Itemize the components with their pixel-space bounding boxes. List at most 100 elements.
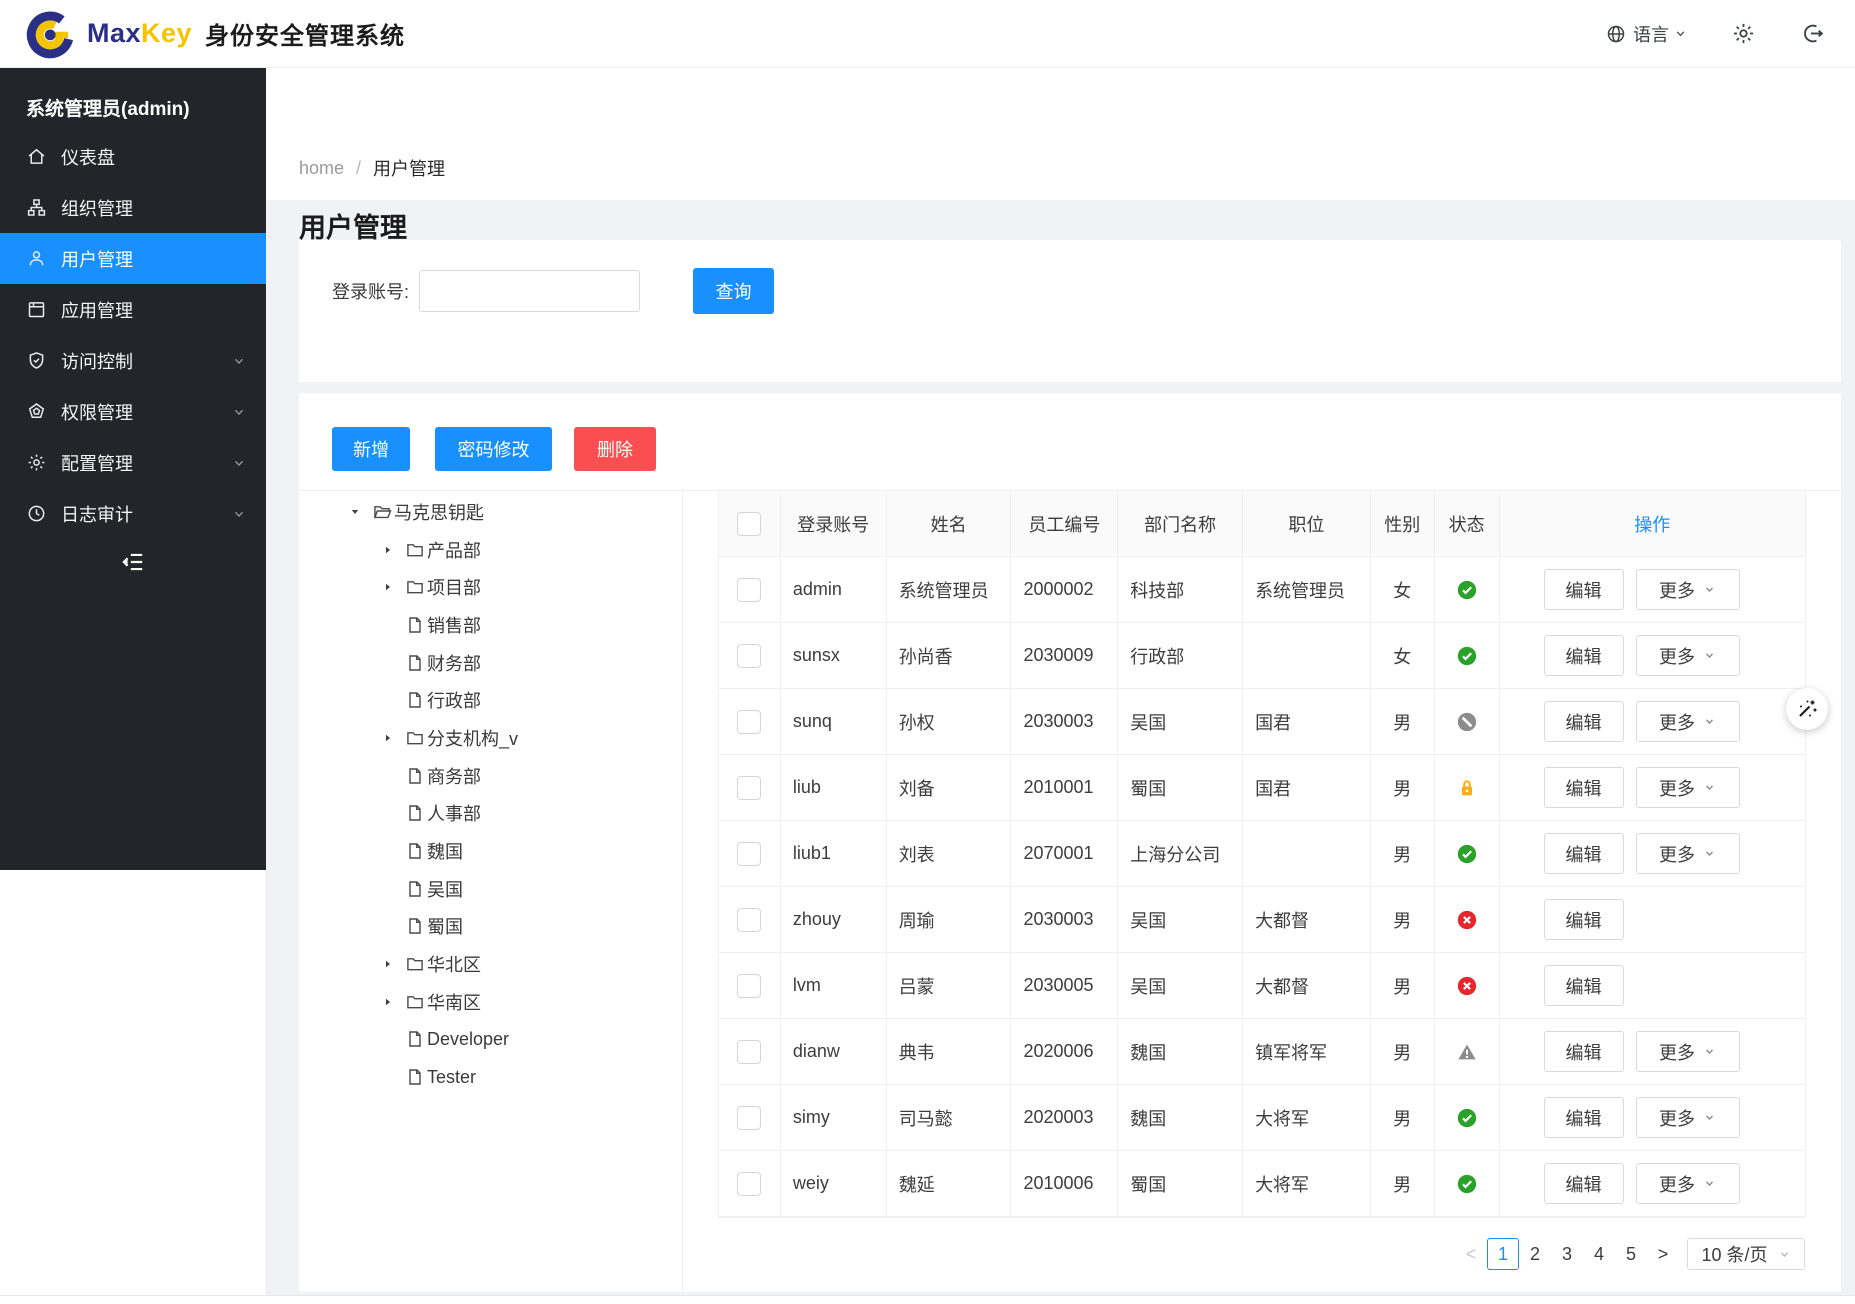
more-button[interactable]: 更多 xyxy=(1636,701,1740,742)
row-checkbox[interactable] xyxy=(737,842,761,866)
settings-gear-icon[interactable] xyxy=(1731,21,1756,46)
edit-button[interactable]: 编辑 xyxy=(1544,1031,1624,1072)
status-cell xyxy=(1435,689,1500,755)
page-size-select[interactable]: 10 条/页 xyxy=(1687,1238,1805,1270)
caret-right-icon[interactable] xyxy=(381,731,395,745)
edit-button[interactable]: 编辑 xyxy=(1544,767,1624,808)
gender-cell: 男 xyxy=(1371,887,1435,953)
sidebar-collapse-icon[interactable] xyxy=(120,549,146,575)
more-button[interactable]: 更多 xyxy=(1636,635,1740,676)
edit-button[interactable]: 编辑 xyxy=(1544,833,1624,874)
tree-item-7[interactable]: 商务部 xyxy=(299,757,682,795)
logout-icon[interactable] xyxy=(1800,21,1825,46)
row-checkbox[interactable] xyxy=(737,1040,761,1064)
tree-item-label: 行政部 xyxy=(427,687,481,713)
tree-item-10[interactable]: 吴国 xyxy=(299,870,682,908)
magic-wand-floating-button[interactable] xyxy=(1786,688,1828,730)
caret-down-icon[interactable] xyxy=(348,505,362,519)
row-checkbox[interactable] xyxy=(737,644,761,668)
tree-item-6[interactable]: 分支机构_v xyxy=(299,719,682,757)
tree-item-1[interactable]: 产品部 xyxy=(299,531,682,569)
row-checkbox[interactable] xyxy=(737,908,761,932)
file-icon xyxy=(405,1067,425,1087)
tree-item-14[interactable]: Developer xyxy=(299,1021,682,1059)
query-button[interactable]: 查询 xyxy=(693,268,774,314)
login-account-input[interactable] xyxy=(419,270,640,312)
search-card: 登录账号: 查询 xyxy=(299,240,1841,382)
sidebar-item-access-control[interactable]: 访问控制 xyxy=(0,335,266,386)
tree-item-8[interactable]: 人事部 xyxy=(299,795,682,833)
row-checkbox[interactable] xyxy=(737,578,761,602)
caret-right-icon[interactable] xyxy=(381,995,395,1009)
more-button[interactable]: 更多 xyxy=(1636,1163,1740,1204)
row-checkbox[interactable] xyxy=(737,1106,761,1130)
cell: 大都督 xyxy=(1243,887,1371,953)
table-row-liub: liub刘备2010001蜀国国君男编辑更多 xyxy=(719,755,1805,821)
sidebar-item-configuration[interactable]: 配置管理 xyxy=(0,437,266,488)
pagination-page-4[interactable]: 4 xyxy=(1583,1238,1615,1270)
column-header-0: 登录账号 xyxy=(781,491,887,557)
add-button[interactable]: 新增 xyxy=(332,427,410,471)
sidebar-lower-area xyxy=(0,870,267,1303)
chevron-down-icon xyxy=(1703,1045,1716,1058)
sidebar-item-organizations[interactable]: 组织管理 xyxy=(0,182,266,233)
tree-item-2[interactable]: 项目部 xyxy=(299,568,682,606)
edit-button[interactable]: 编辑 xyxy=(1544,635,1624,676)
pagination-page-5[interactable]: 5 xyxy=(1615,1238,1647,1270)
tree-item-15[interactable]: Tester xyxy=(299,1058,682,1096)
tree-item-13[interactable]: 华南区 xyxy=(299,983,682,1021)
tree-item-label: 销售部 xyxy=(427,612,481,638)
sidebar-item-users[interactable]: 用户管理 xyxy=(0,233,266,284)
select-all-checkbox[interactable] xyxy=(737,512,761,536)
row-checkbox[interactable] xyxy=(737,710,761,734)
more-button[interactable]: 更多 xyxy=(1636,833,1740,874)
caret-right-icon[interactable] xyxy=(381,957,395,971)
more-button[interactable]: 更多 xyxy=(1636,1097,1740,1138)
edit-button[interactable]: 编辑 xyxy=(1544,1163,1624,1204)
sidebar-menu: 仪表盘组织管理用户管理应用管理访问控制权限管理配置管理日志审计 xyxy=(0,131,266,539)
sidebar-item-audit-log[interactable]: 日志审计 xyxy=(0,488,266,539)
row-checkbox[interactable] xyxy=(737,974,761,998)
tree-item-12[interactable]: 华北区 xyxy=(299,945,682,983)
cell xyxy=(1243,623,1371,689)
tree-item-9[interactable]: 魏国 xyxy=(299,832,682,870)
tree-item-3[interactable]: 销售部 xyxy=(299,606,682,644)
modify-password-button[interactable]: 密码修改 xyxy=(435,427,552,471)
edit-button[interactable]: 编辑 xyxy=(1544,965,1624,1006)
cell: 吴国 xyxy=(1118,689,1243,755)
breadcrumb-home[interactable]: home xyxy=(299,158,344,179)
sidebar-item-permissions[interactable]: 权限管理 xyxy=(0,386,266,437)
sidebar-item-dashboard[interactable]: 仪表盘 xyxy=(0,131,266,182)
tree-item-5[interactable]: 行政部 xyxy=(299,681,682,719)
row-checkbox[interactable] xyxy=(737,1172,761,1196)
caret-right-icon[interactable] xyxy=(381,543,395,557)
row-checkbox[interactable] xyxy=(737,776,761,800)
tree-item-0[interactable]: 马克思钥匙 xyxy=(299,493,682,531)
pagination-page-1[interactable]: 1 xyxy=(1487,1238,1519,1270)
tree-item-4[interactable]: 财务部 xyxy=(299,644,682,682)
more-button[interactable]: 更多 xyxy=(1636,1031,1740,1072)
more-button[interactable]: 更多 xyxy=(1636,569,1740,610)
pagination-next[interactable]: > xyxy=(1647,1238,1679,1270)
edit-button[interactable]: 编辑 xyxy=(1544,701,1624,742)
cell: 2030003 xyxy=(1011,689,1118,755)
edit-button[interactable]: 编辑 xyxy=(1544,899,1624,940)
edit-button[interactable]: 编辑 xyxy=(1544,1097,1624,1138)
more-button[interactable]: 更多 xyxy=(1636,767,1740,808)
caret-right-icon[interactable] xyxy=(381,580,395,594)
pagination-prev[interactable]: < xyxy=(1455,1238,1487,1270)
tree-item-label: 产品部 xyxy=(427,537,481,563)
cell: 2030009 xyxy=(1011,623,1118,689)
cell: 魏国 xyxy=(1118,1019,1243,1085)
pagination-page-3[interactable]: 3 xyxy=(1551,1238,1583,1270)
cell: 孙尚香 xyxy=(887,623,1012,689)
language-selector[interactable]: 语言 xyxy=(1605,21,1687,47)
pagination-page-2[interactable]: 2 xyxy=(1519,1238,1551,1270)
sidebar-item-applications[interactable]: 应用管理 xyxy=(0,284,266,335)
app-title: 身份安全管理系统 xyxy=(205,16,405,51)
edit-button[interactable]: 编辑 xyxy=(1544,569,1624,610)
delete-button[interactable]: 删除 xyxy=(574,427,656,471)
breadcrumb-separator: / xyxy=(356,158,361,179)
tree-item-11[interactable]: 蜀国 xyxy=(299,908,682,946)
status-cell xyxy=(1435,1019,1500,1085)
